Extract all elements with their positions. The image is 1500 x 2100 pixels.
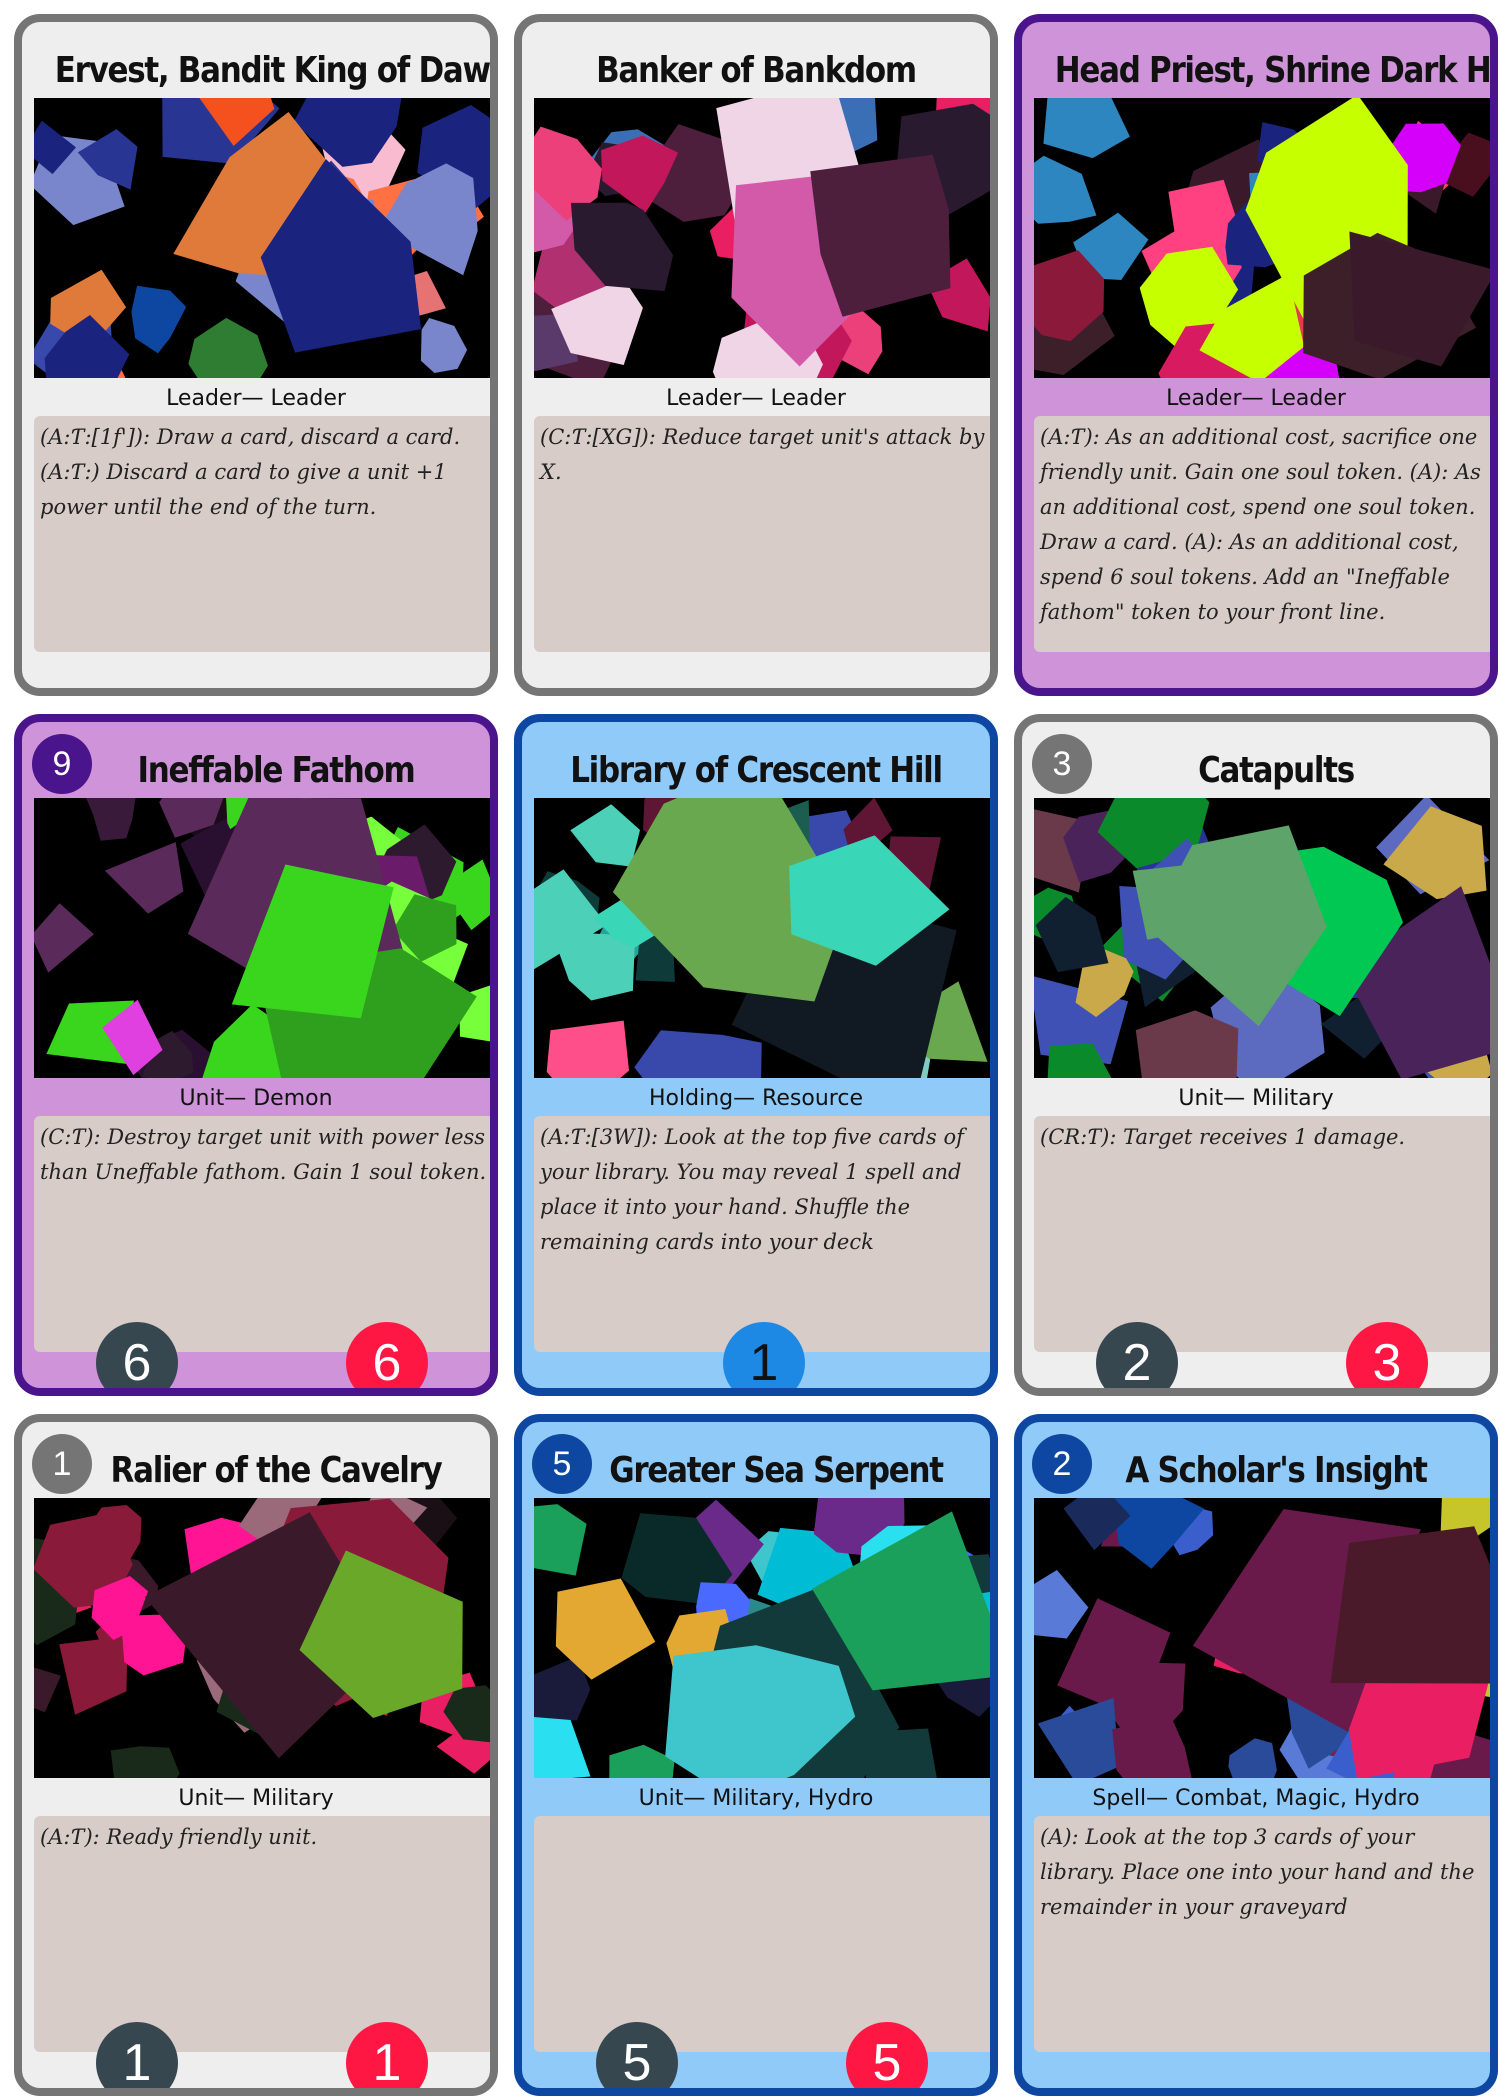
power-badge: 2	[1096, 1322, 1178, 1388]
cost-badge: 9	[32, 734, 92, 794]
card-art	[1034, 98, 1490, 378]
card-rules-text: (A:Ƭ): Ready friendly unit.	[34, 1816, 490, 2052]
art-shard	[131, 285, 187, 354]
card[interactable]: 1 Ralier of the Cavelry Unit— Military (…	[14, 1414, 498, 2096]
card-type-line: Spell— Combat, Magic, Hydro	[1092, 1786, 1420, 1811]
cost-badge: 1	[32, 1434, 92, 1494]
art-collage	[534, 1498, 990, 1778]
health-badge: 1	[346, 2022, 428, 2088]
card-type-line: Holding— Resource	[649, 1086, 863, 1111]
card-art	[34, 798, 490, 1078]
art-shard	[104, 842, 184, 914]
health-badge: 6	[346, 1322, 428, 1388]
card-title: Ineffable Fathom	[137, 750, 416, 791]
card[interactable]: Banker of Bankdom Leader— Leader (C:Ƭ:[X…	[514, 14, 998, 696]
power-badge: 1	[96, 2022, 178, 2088]
card-art	[534, 1498, 990, 1778]
art-shard	[1043, 98, 1130, 159]
card-rules-text: (A): Look at the top 3 cards of your lib…	[1034, 1816, 1490, 2052]
card[interactable]: 9 Ineffable Fathom Unit— Demon (C:Ƭ): De…	[14, 714, 498, 1396]
art-shard	[1228, 1738, 1277, 1778]
card-rules-text: (A:Ƭ:[1f']): Draw a card, discard a card…	[34, 416, 490, 652]
art-shard	[1037, 1698, 1120, 1778]
power-badge: 6	[96, 1322, 178, 1388]
cost-badge: 5	[532, 1434, 592, 1494]
art-shard	[634, 1030, 762, 1078]
card-type-line: Unit— Demon	[179, 1086, 333, 1111]
art-shard	[188, 317, 268, 378]
card-rules-text: (A:Ƭ:[3W]): Look at the top five cards o…	[534, 1116, 990, 1352]
card-art	[534, 98, 990, 378]
art-collage	[1034, 798, 1490, 1078]
art-shape	[1330, 1526, 1490, 1684]
art-shard	[609, 1744, 675, 1778]
card-type-line: Leader— Leader	[1166, 386, 1346, 411]
art-shard	[110, 1746, 180, 1778]
art-collage	[1034, 98, 1490, 378]
card-art	[1034, 798, 1490, 1078]
art-shard	[534, 1710, 591, 1778]
card-rules-text: (C:Ƭ): Destroy target unit with power le…	[34, 1116, 490, 1352]
card[interactable]: 5 Greater Sea Serpent Unit— Military, Hy…	[514, 1414, 998, 2096]
card-rules-text: (A:Ƭ): As an additional cost, sacrifice …	[1034, 416, 1490, 652]
card-sheet: Ervest, Bandit King of Dawnset Leader— L…	[0, 0, 1500, 2100]
art-shard	[534, 1504, 587, 1576]
power-badge: 5	[596, 2022, 678, 2088]
card-title: Catapults	[1198, 750, 1355, 791]
art-collage	[34, 798, 490, 1078]
card-art	[534, 798, 990, 1078]
art-shard	[1383, 806, 1487, 900]
card-type-line: Unit— Military	[1178, 1086, 1334, 1111]
health-badge: 3	[1346, 1322, 1428, 1388]
card-title: Greater Sea Serpent	[609, 1450, 944, 1491]
card[interactable]: Head Priest, Shrine Dark Hearts Leader— …	[1014, 14, 1498, 696]
art-shard	[86, 798, 136, 841]
card-art	[1034, 1498, 1490, 1778]
art-collage	[34, 1498, 490, 1778]
card-title: Head Priest, Shrine Dark Hearts	[1054, 50, 1491, 91]
card-art	[34, 1498, 490, 1778]
card-type-line: Leader— Leader	[166, 386, 346, 411]
art-shard	[570, 804, 640, 867]
cost-badge: 3	[1032, 734, 1092, 794]
card-title: Ervest, Bandit King of Dawnset	[54, 50, 490, 91]
card[interactable]: 3 Catapults Unit— Military (CR:Ƭ): Targe…	[1014, 714, 1498, 1396]
card-title: Library of Crescent Hill	[570, 750, 943, 791]
card[interactable]: Ervest, Bandit King of Dawnset Leader— L…	[14, 14, 498, 696]
card-rules-text: (C:Ƭ:[XG]): Reduce target unit's attack …	[534, 416, 990, 652]
resource-badge: 1	[723, 1322, 805, 1388]
card-type-line: Leader— Leader	[666, 386, 846, 411]
card-type-line: Unit— Military, Hydro	[638, 1786, 874, 1811]
card-type-line: Unit— Military	[178, 1786, 334, 1811]
card[interactable]: Library of Crescent Hill Holding— Resour…	[514, 714, 998, 1396]
health-badge: 5	[846, 2022, 928, 2088]
art-collage	[534, 98, 990, 378]
art-shard	[420, 318, 468, 373]
art-collage	[1034, 1498, 1490, 1778]
art-shard	[34, 1667, 61, 1713]
card-title: Ralier of the Cavelry	[110, 1450, 443, 1491]
art-collage	[534, 798, 988, 1078]
card-title: A Scholar's Insight	[1125, 1450, 1428, 1491]
card-art	[34, 98, 490, 378]
card-rules-text	[534, 1816, 990, 2052]
art-shard	[1034, 155, 1097, 224]
art-collage	[34, 98, 490, 378]
art-shard	[1034, 1570, 1089, 1639]
art-shard	[546, 1020, 629, 1078]
card[interactable]: 2 A Scholar's Insight Spell— Combat, Mag…	[1014, 1414, 1498, 2096]
cost-badge: 2	[1032, 1434, 1092, 1494]
card-title: Banker of Bankdom	[596, 50, 917, 91]
card-rules-text: (CR:Ƭ): Target receives 1 damage.	[1034, 1116, 1490, 1352]
art-shard	[34, 903, 94, 973]
